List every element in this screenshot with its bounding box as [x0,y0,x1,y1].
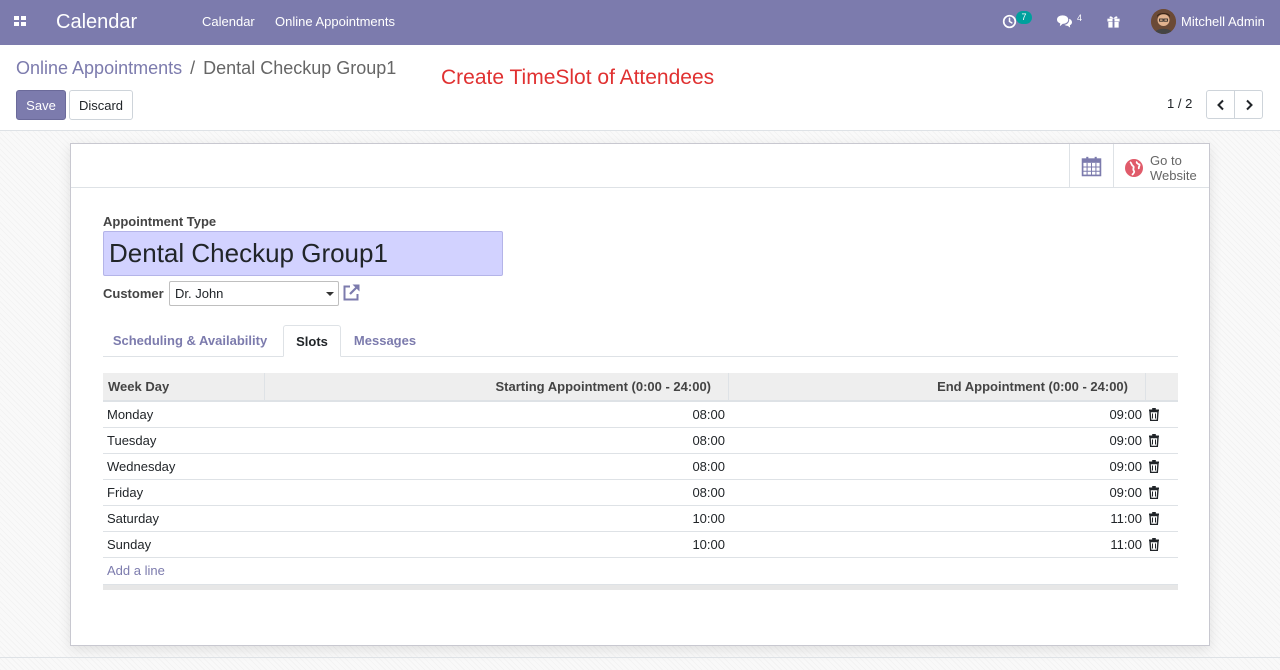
column-header-starting-appointment[interactable]: Starting Appointment (0:00 - 24:00) [265,373,729,400]
start-time-cell[interactable]: 08:00 [265,428,729,453]
menu-online-appointments[interactable]: Online Appointments [275,14,395,30]
form-sheet: Go to Website Appointment Type Customer … [70,143,1210,646]
table-row[interactable]: Friday 08:00 09:00 [103,480,1178,506]
table-footer [103,584,1178,590]
app-title: Calendar [56,11,138,33]
customer-select[interactable]: Dr. John [169,281,339,306]
external-link-icon[interactable] [341,283,361,303]
trash-icon[interactable] [1148,538,1160,552]
appointment-type-label: Appointment Type [103,214,217,229]
breadcrumb-current: Dental Checkup Group1 [203,58,397,78]
calendar-icon [1081,156,1102,177]
week-day-cell[interactable]: Sunday [103,532,265,557]
tab-messages[interactable]: Messages [351,325,419,357]
go-to-website-button[interactable]: Go to Website [1113,144,1209,188]
chevron-right-icon [1246,99,1253,111]
breadcrumb: Online Appointments / Dental Checkup Gro… [16,57,396,79]
pager-next-button[interactable] [1234,90,1263,119]
slots-table: Week Day Starting Appointment (0:00 - 24… [103,373,1178,590]
customer-label: Customer [103,286,164,301]
end-time-cell[interactable]: 11:00 [729,506,1146,531]
messages-count-badge: 4 [1077,13,1083,23]
table-row[interactable]: Sunday 10:00 11:00 [103,532,1178,558]
calendar-smart-button[interactable] [1069,144,1113,188]
globe-icon [1125,159,1143,177]
table-header: Week Day Starting Appointment (0:00 - 24… [103,373,1178,402]
save-button[interactable]: Save [16,90,66,120]
trash-icon[interactable] [1148,486,1160,500]
page-bottom-divider [0,657,1280,658]
week-day-cell[interactable]: Friday [103,480,265,505]
table-body: Monday 08:00 09:00 Tuesday 08:00 09:00 Wednesd… [103,402,1178,558]
trash-icon[interactable] [1148,512,1160,526]
column-header-week-day[interactable]: Week Day [103,373,265,400]
top-navbar: Calendar Calendar Online Appointments 7 … [0,0,1280,45]
breadcrumb-parent-link[interactable]: Online Appointments [16,58,182,78]
column-header-actions [1146,373,1178,400]
trash-icon[interactable] [1148,460,1160,474]
start-time-cell[interactable]: 10:00 [265,506,729,531]
user-name[interactable]: Mitchell Admin [1181,14,1265,30]
start-time-cell[interactable]: 08:00 [265,480,729,505]
pager-previous-button[interactable] [1206,90,1235,119]
end-time-cell[interactable]: 11:00 [729,532,1146,557]
trash-icon[interactable] [1148,434,1160,448]
activity-count-badge: 7 [1016,11,1032,24]
table-row[interactable]: Saturday 10:00 11:00 [103,506,1178,532]
start-time-cell[interactable]: 08:00 [265,454,729,479]
go-to-website-label: Go to Website [1150,153,1197,183]
menu-calendar[interactable]: Calendar [202,14,255,30]
gift-icon[interactable] [1106,14,1122,30]
appointment-type-input[interactable] [103,231,503,276]
customer-value: Dr. John [175,286,224,301]
caret-down-icon [326,292,334,296]
annotation-caption: Create TimeSlot of Attendees [441,66,715,89]
table-row[interactable]: Monday 08:00 09:00 [103,402,1178,428]
pager-value[interactable]: 1 / 2 [1167,96,1192,112]
user-avatar[interactable] [1151,9,1176,34]
end-time-cell[interactable]: 09:00 [729,480,1146,505]
table-row[interactable]: Tuesday 08:00 09:00 [103,428,1178,454]
chevron-left-icon [1217,99,1224,111]
week-day-cell[interactable]: Monday [103,402,265,427]
end-time-cell[interactable]: 09:00 [729,402,1146,427]
tab-slots[interactable]: Slots [283,325,341,357]
apps-menu-icon[interactable] [12,13,28,29]
end-time-cell[interactable]: 09:00 [729,428,1146,453]
week-day-cell[interactable]: Wednesday [103,454,265,479]
start-time-cell[interactable]: 10:00 [265,532,729,557]
tab-scheduling-availability[interactable]: Scheduling & Availability [108,325,272,357]
week-day-cell[interactable]: Saturday [103,506,265,531]
end-time-cell[interactable]: 09:00 [729,454,1146,479]
trash-icon[interactable] [1148,408,1160,422]
discard-button[interactable]: Discard [69,90,133,120]
table-row[interactable]: Wednesday 08:00 09:00 [103,454,1178,480]
breadcrumb-separator: / [190,58,196,78]
messages-comments-icon[interactable] [1056,14,1074,30]
column-header-end-appointment[interactable]: End Appointment (0:00 - 24:00) [729,373,1146,400]
smart-button-box: Go to Website [71,144,1209,188]
start-time-cell[interactable]: 08:00 [265,402,729,427]
week-day-cell[interactable]: Tuesday [103,428,265,453]
add-a-line-link[interactable]: Add a line [103,558,1178,584]
